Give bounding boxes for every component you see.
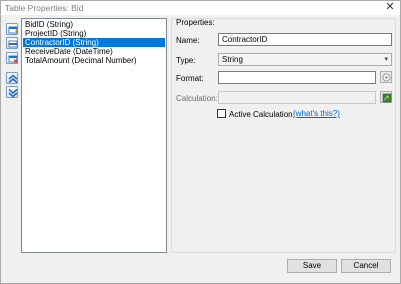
list-item[interactable]: TotalAmount (Decimal Number)	[23, 56, 165, 65]
name-field[interactable]: ContractorID	[218, 33, 392, 46]
insert-field-button[interactable]	[6, 37, 18, 49]
list-item[interactable]: BidID (String)	[23, 20, 165, 29]
add-field-icon	[8, 26, 18, 34]
cancel-button[interactable]: Cancel	[341, 259, 391, 273]
calculator-icon	[382, 93, 392, 103]
table-properties-dialog: Table Properties: Bid ✕ BidID (String) P…	[0, 0, 401, 284]
delete-field-icon	[8, 55, 18, 63]
type-label: Type:	[176, 56, 196, 65]
title-bar: Table Properties: Bid ✕	[1, 1, 400, 15]
move-up-button[interactable]	[6, 72, 18, 84]
calculation-field	[218, 91, 376, 104]
save-button[interactable]: Save	[287, 259, 337, 273]
insert-field-icon	[7, 40, 18, 48]
field-list[interactable]: BidID (String) ProjectID (String) Contra…	[21, 18, 167, 253]
format-field[interactable]	[218, 71, 376, 84]
list-item[interactable]: ProjectID (String)	[23, 29, 165, 38]
move-down-icon	[8, 88, 18, 98]
active-calculation-label: Active Calculation	[229, 110, 293, 119]
list-item-selected[interactable]: ContractorID (String)	[23, 38, 165, 47]
calculation-button[interactable]	[380, 91, 392, 103]
move-down-button[interactable]	[6, 86, 18, 98]
format-options-icon	[382, 73, 391, 82]
whats-this-link[interactable]: (what's this?)	[293, 109, 340, 118]
delete-field-button[interactable]	[6, 52, 18, 64]
chevron-down-icon: ▾	[384, 56, 388, 63]
type-select[interactable]: String ▾	[218, 53, 392, 66]
calculation-label: Calculation:	[176, 94, 218, 103]
format-options-button[interactable]	[380, 71, 392, 83]
window-title: Table Properties: Bid	[5, 3, 84, 13]
list-item[interactable]: ReceiveDate (DateTime)	[23, 47, 165, 56]
type-select-value: String	[222, 55, 243, 64]
properties-heading: Properties:	[176, 18, 215, 27]
add-field-button[interactable]	[6, 23, 18, 35]
name-label: Name:	[176, 36, 200, 45]
format-label: Format:	[176, 74, 204, 83]
active-calculation-checkbox[interactable]	[217, 109, 226, 118]
close-icon[interactable]: ✕	[384, 0, 396, 13]
move-up-icon	[8, 74, 18, 84]
